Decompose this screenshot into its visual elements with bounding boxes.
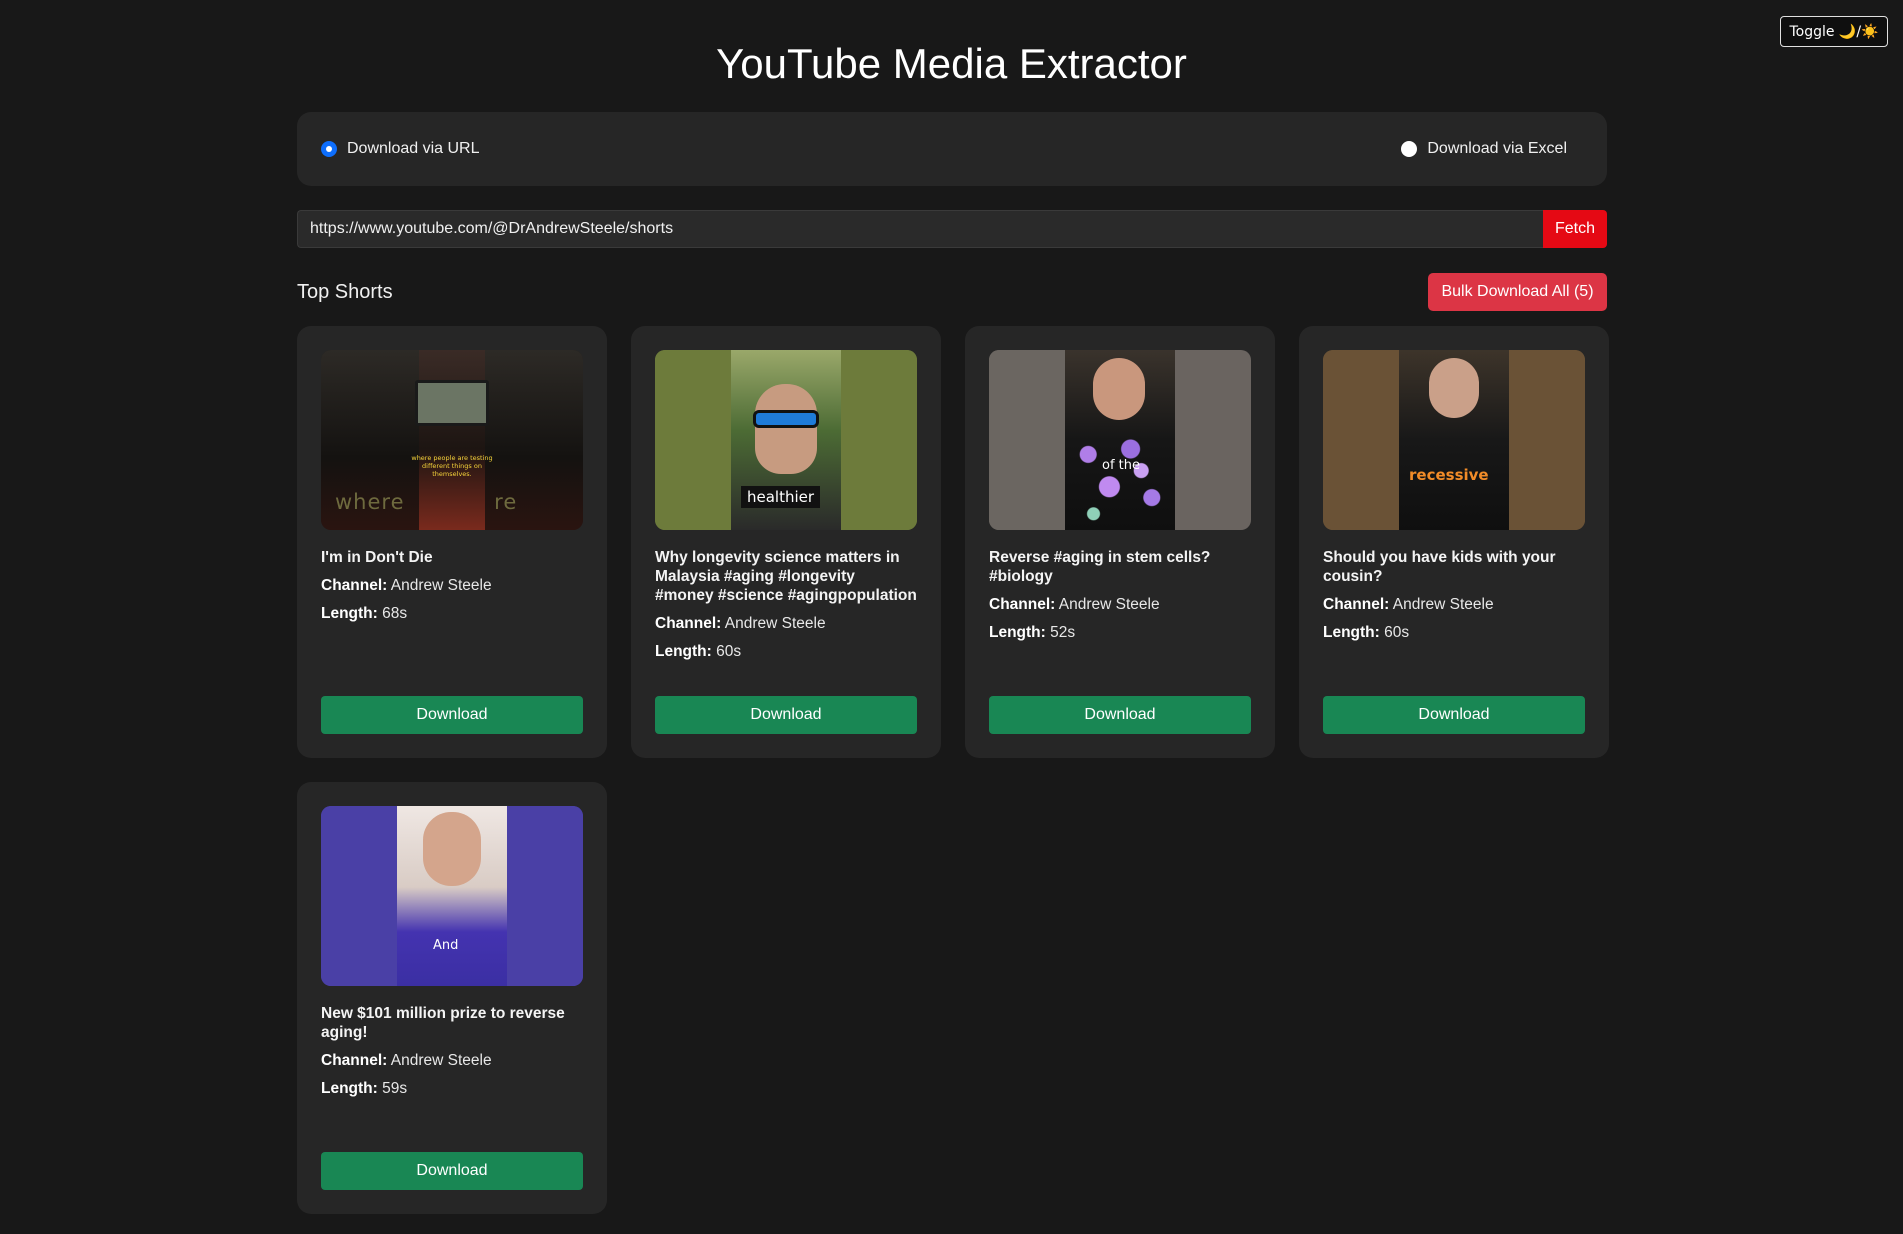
channel-label: Channel:: [1323, 596, 1390, 613]
video-card: And New $101 million prize to reverse ag…: [297, 782, 607, 1214]
thumb-face: [1093, 358, 1145, 420]
thumb-side-right: [841, 350, 917, 530]
url-form: Fetch: [297, 210, 1607, 248]
channel-label: Channel:: [989, 596, 1056, 613]
download-mode-panel: Download via URL Download via Excel: [297, 112, 1607, 186]
page-title: YouTube Media Extractor: [716, 40, 1187, 87]
download-button[interactable]: Download: [989, 696, 1251, 734]
thumb-caption: And: [433, 938, 459, 953]
channel-value: Andrew Steele: [724, 615, 826, 632]
download-button[interactable]: Download: [321, 1152, 583, 1190]
video-thumbnail[interactable]: where people are testing different thing…: [321, 350, 583, 530]
video-length: Length: 60s: [655, 642, 917, 661]
video-thumbnail[interactable]: of the: [989, 350, 1251, 530]
download-button[interactable]: Download: [655, 696, 917, 734]
video-title: Reverse #aging in stem cells? #biology: [989, 549, 1211, 585]
fetch-button[interactable]: Fetch: [1543, 210, 1607, 248]
length-value: 52s: [1050, 624, 1076, 641]
radio-url-label: Download via URL: [347, 140, 480, 157]
video-title: Why longevity science matters in Malaysi…: [655, 549, 917, 604]
channel-value: Andrew Steele: [390, 1052, 492, 1069]
section-title: Top Shorts: [297, 281, 393, 303]
thumb-face: [755, 384, 817, 474]
thumb-overlay-text: where re: [335, 490, 518, 514]
channel-value: Andrew Steele: [390, 577, 492, 594]
channel-value: Andrew Steele: [1392, 596, 1494, 613]
video-title: Should you have kids with your cousin?: [1323, 549, 1556, 585]
thumb-sunglasses: [753, 410, 819, 428]
length-label: Length:: [321, 605, 378, 622]
results-grid: where people are testing different thing…: [297, 326, 1609, 1214]
thumb-side-left: [321, 806, 397, 986]
video-channel: Channel: Andrew Steele: [989, 595, 1251, 614]
channel-label: Channel:: [321, 577, 388, 594]
thumb-caption: healthier: [741, 486, 821, 508]
video-length: Length: 68s: [321, 604, 583, 623]
video-channel: Channel: Andrew Steele: [655, 614, 917, 633]
length-label: Length:: [1323, 624, 1380, 641]
channel-label: Channel:: [321, 1052, 388, 1069]
thumb-side-left: [989, 350, 1065, 530]
thumb-side-left: [1323, 350, 1399, 530]
thumb-side-right: [507, 806, 583, 986]
thumb-face: [423, 812, 481, 886]
thumb-side-right: [1509, 350, 1585, 530]
video-length: Length: 52s: [989, 623, 1251, 642]
video-card: recessive Should you have kids with your…: [1299, 326, 1609, 758]
radio-download-via-excel[interactable]: Download via Excel: [1401, 140, 1567, 158]
video-length: Length: 60s: [1323, 623, 1585, 642]
video-channel: Channel: Andrew Steele: [321, 1051, 583, 1070]
thumb-molecules: [1067, 422, 1173, 530]
video-card: of the Reverse #aging in stem cells? #bi…: [965, 326, 1275, 758]
thumb-caption: where people are testing different thing…: [411, 454, 493, 478]
thumb-caption: of the: [1102, 458, 1140, 473]
video-thumbnail[interactable]: healthier: [655, 350, 917, 530]
video-card: healthier Why longevity science matters …: [631, 326, 941, 758]
radio-excel-label: Download via Excel: [1427, 140, 1567, 157]
thumb-side-left: [655, 350, 731, 530]
length-value: 60s: [716, 643, 742, 660]
length-value: 60s: [1384, 624, 1410, 641]
download-button[interactable]: Download: [321, 696, 583, 734]
video-title: New $101 million prize to reverse aging!: [321, 1005, 565, 1041]
video-channel: Channel: Andrew Steele: [1323, 595, 1585, 614]
video-channel: Channel: Andrew Steele: [321, 576, 583, 595]
thumb-face: [1429, 358, 1479, 418]
bulk-download-button[interactable]: Bulk Download All (5): [1428, 273, 1607, 311]
video-title: I'm in Don't Die: [321, 549, 433, 566]
thumb-caption: recessive: [1409, 466, 1489, 484]
thumb-laptop: [415, 380, 489, 426]
channel-value: Andrew Steele: [1058, 596, 1160, 613]
length-label: Length:: [989, 624, 1046, 641]
length-value: 59s: [382, 1080, 408, 1097]
radio-excel-indicator[interactable]: [1401, 141, 1418, 157]
radio-download-via-url[interactable]: Download via URL: [321, 140, 480, 158]
length-value: 68s: [382, 605, 408, 622]
video-thumbnail[interactable]: recessive: [1323, 350, 1585, 530]
length-label: Length:: [655, 643, 712, 660]
channel-label: Channel:: [655, 615, 722, 632]
download-button[interactable]: Download: [1323, 696, 1585, 734]
url-input[interactable]: [297, 210, 1543, 248]
length-label: Length:: [321, 1080, 378, 1097]
video-thumbnail[interactable]: And: [321, 806, 583, 986]
radio-url-indicator[interactable]: [321, 141, 337, 157]
video-card: where people are testing different thing…: [297, 326, 607, 758]
video-length: Length: 59s: [321, 1079, 583, 1098]
